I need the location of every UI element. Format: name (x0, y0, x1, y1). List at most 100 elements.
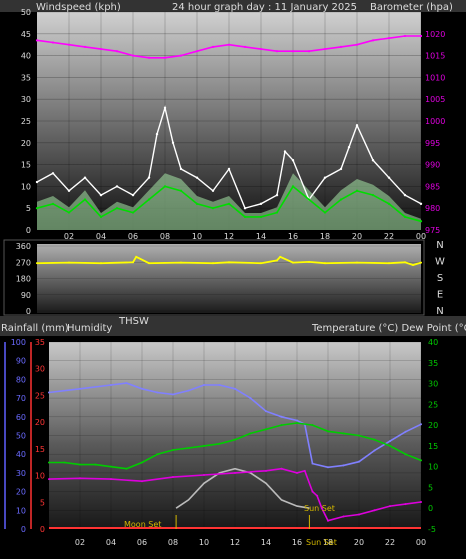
humidity-point (79, 387, 81, 390)
wind-average-point (355, 189, 359, 192)
barometer-y-tick: 990 (425, 161, 440, 170)
humidity-point (420, 423, 422, 426)
temperature-point (187, 446, 190, 449)
barometer-point (419, 34, 423, 38)
wind-y-tick: 45 (21, 30, 31, 39)
thsw-point (141, 480, 143, 483)
temperature-point (156, 453, 159, 456)
barometer-point (147, 56, 151, 59)
wind-average-point (83, 198, 87, 201)
wind-average-point (259, 215, 263, 219)
windspeed-point (347, 145, 351, 149)
humidity-y-tick: 40 (16, 450, 26, 459)
thsw-point (373, 509, 376, 512)
humidity-y-tick: 80 (16, 375, 26, 384)
lower-x-tick: 08 (168, 538, 178, 547)
lower-x-tick: 02 (75, 538, 85, 547)
windspeed-point (419, 202, 423, 206)
windspeed-point (211, 189, 215, 192)
temperature-point (110, 465, 112, 468)
temperature-point (358, 434, 360, 437)
compass-letter: E (437, 290, 443, 301)
humidity-point (187, 389, 190, 392)
wind-average-point (403, 215, 407, 219)
wind-average-point (163, 185, 167, 188)
wind-direction-point (180, 261, 182, 264)
lower-x-tick: 20 (354, 538, 364, 547)
barometer-y-tick: 985 (425, 182, 440, 191)
chart-title: 24 hour graph day : 11 January 2025 (172, 2, 357, 13)
thsw-point (265, 469, 267, 472)
windspeed-point (259, 202, 263, 206)
lower-x-tick: 00 (416, 538, 426, 547)
wind-average-point (115, 207, 119, 210)
temperature-y-tick: 30 (428, 380, 438, 389)
thsw-point (48, 478, 50, 481)
wind-direction-point (404, 261, 406, 264)
wind-direction-point (420, 261, 422, 264)
lower-x-tick: 12 (230, 538, 240, 547)
rainfall-y-tick: 30 (35, 365, 45, 374)
wind-direction-point (356, 261, 358, 264)
thsw-point (296, 471, 298, 474)
rainfall-y-tick: 25 (35, 391, 45, 400)
temperature-point (265, 428, 267, 431)
temperature-point (125, 467, 128, 470)
barometer-point (403, 34, 407, 38)
temperature-point (296, 422, 298, 425)
temperature-point (48, 461, 50, 464)
barometer-y-tick: 1000 (425, 117, 445, 126)
temperature-y-tick: 5 (428, 483, 433, 492)
thsw-point (342, 515, 345, 518)
compass-letter: W (435, 257, 445, 268)
wind-average-point (419, 220, 423, 223)
barometer-point (195, 50, 199, 53)
rainfall-axis-title: Rainfall (mm) (1, 323, 69, 334)
humidity-axis-title: Humidity (67, 323, 112, 334)
wind-y-tick: 30 (21, 95, 31, 104)
humidity-point (389, 440, 391, 443)
wind-average-point (387, 202, 391, 205)
lower-x-tick: 04 (106, 538, 116, 547)
humidity-y-tick: 30 (16, 469, 26, 478)
wind-average-point (51, 202, 55, 205)
thsw-point (172, 476, 174, 479)
barometer-y-tick: 1020 (425, 30, 445, 39)
temperature-y-tick: 25 (428, 400, 438, 409)
wind-average-point (243, 215, 247, 219)
humidity-point (234, 387, 236, 390)
wind-direction-point (324, 262, 326, 265)
windspeed-point (323, 176, 327, 179)
wind-average-point (307, 198, 311, 201)
windspeed-point (283, 150, 287, 153)
thsw-point (203, 473, 205, 476)
wind-direction-point (308, 260, 310, 263)
wind-average-point (179, 189, 183, 192)
humidity-point (311, 462, 314, 465)
direction-y-tick: 90 (21, 291, 31, 300)
wind-y-tick: 20 (21, 139, 31, 148)
windspeed-point (171, 141, 175, 144)
humidity-point (249, 397, 252, 400)
windspeed-point (99, 193, 103, 197)
temperature-point (141, 461, 143, 464)
barometer-y-tick: 995 (425, 139, 440, 148)
lower-x-tick: 22 (385, 538, 395, 547)
direction-y-tick: 180 (16, 275, 31, 284)
wind-direction-point (276, 259, 278, 262)
wind-direction-point (212, 262, 214, 265)
windspeed-point (163, 106, 167, 110)
humidity-point (48, 391, 50, 394)
wind-direction-point (279, 255, 282, 258)
temperature-point (234, 438, 236, 441)
windspeed-point (387, 176, 391, 179)
humidity-y-tick: 70 (16, 394, 26, 403)
sun-set-label-1: Sun Set (304, 504, 335, 513)
thsw-point (110, 478, 112, 481)
wind-average-point (131, 211, 135, 214)
temperature-y-tick: 0 (428, 504, 433, 513)
rainfall-y-tick: 10 (35, 472, 45, 481)
wind-direction-point (388, 262, 390, 265)
direction-y-tick: 0 (26, 307, 31, 316)
temperature-point (342, 432, 345, 435)
